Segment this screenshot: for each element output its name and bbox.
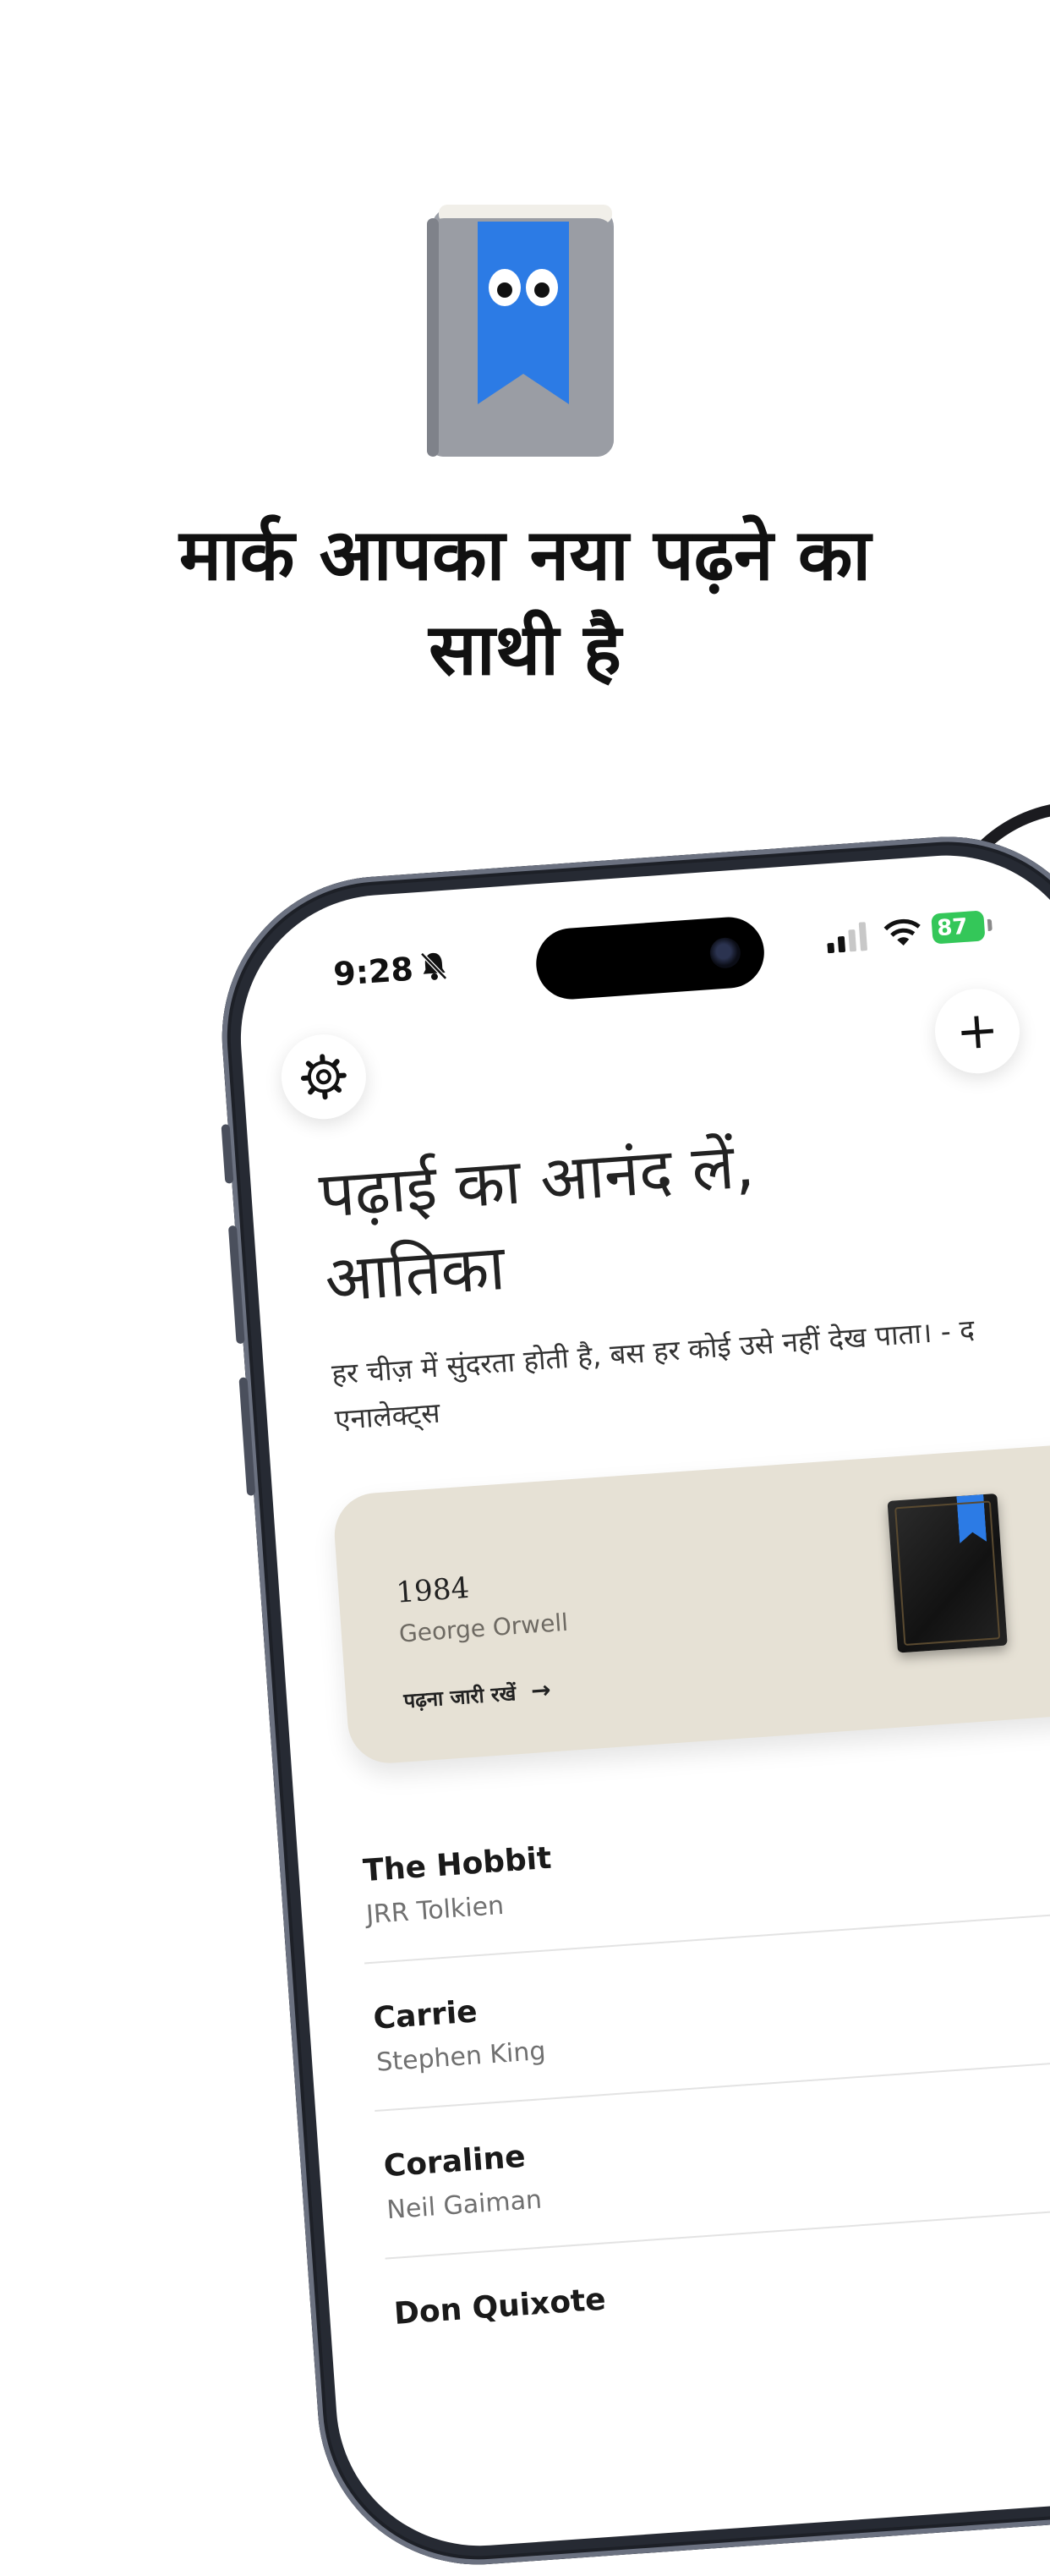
battery-nub xyxy=(987,919,993,931)
marketing-headline: मार्क आपका नया पढ़ने का साथी है xyxy=(68,507,982,697)
battery-indicator: 87 xyxy=(931,910,985,944)
book-title: Don Quixote xyxy=(393,2283,607,2332)
current-book-author: George Orwell xyxy=(398,1609,569,1648)
continue-reading-label: पढ़ना जारी रखें xyxy=(403,1681,517,1713)
front-camera xyxy=(709,937,741,969)
book-author: JRR Tolkien xyxy=(365,1891,505,1930)
continue-reading-button[interactable]: पढ़ना जारी रखें → xyxy=(402,1675,551,1714)
headline-line-2: साथी है xyxy=(68,602,982,697)
phone-mockup: 9:28 87 xyxy=(211,826,1050,2575)
settings-button[interactable] xyxy=(279,1032,369,1122)
book-title: Carrie xyxy=(372,1994,479,2036)
app-logo-icon xyxy=(427,203,621,457)
status-time: 9:28 xyxy=(332,951,414,993)
book-author: Neil Gaiman xyxy=(386,2185,543,2226)
wifi-icon xyxy=(883,917,921,950)
current-book-title: 1984 xyxy=(395,1571,470,1610)
current-book-card[interactable]: 1984 George Orwell पढ़ना जारी रखें → xyxy=(331,1442,1050,1766)
cellular-signal-icon xyxy=(826,922,870,953)
daily-quote: हर चीज़ में सुंदरता होती है, बस हर कोई उ… xyxy=(331,1303,1029,1443)
add-book-button[interactable]: + xyxy=(932,986,1023,1077)
book-author: Stephen King xyxy=(375,2036,546,2078)
book-list: The Hobbit JRR Tolkien Carrie Stephen Ki… xyxy=(354,1767,1050,2408)
phone-screen: 9:28 87 xyxy=(231,846,1050,2555)
book-title: The Hobbit xyxy=(362,1841,552,1888)
headline-line-1: मार्क आपका नया पढ़ने का xyxy=(68,507,982,602)
bookmark-icon xyxy=(956,1494,987,1543)
arrow-right-icon: → xyxy=(530,1675,552,1705)
book-title: Coraline xyxy=(383,2140,527,2184)
greeting-title: पढ़ाई का आनंद लें, आतिका xyxy=(316,1105,1020,1323)
silent-bell-icon xyxy=(419,950,448,982)
plus-icon: + xyxy=(954,1005,1000,1058)
dynamic-island xyxy=(533,915,766,1002)
battery-level: 87 xyxy=(936,914,968,941)
book-cover xyxy=(888,1494,1008,1653)
gear-icon xyxy=(298,1051,349,1102)
